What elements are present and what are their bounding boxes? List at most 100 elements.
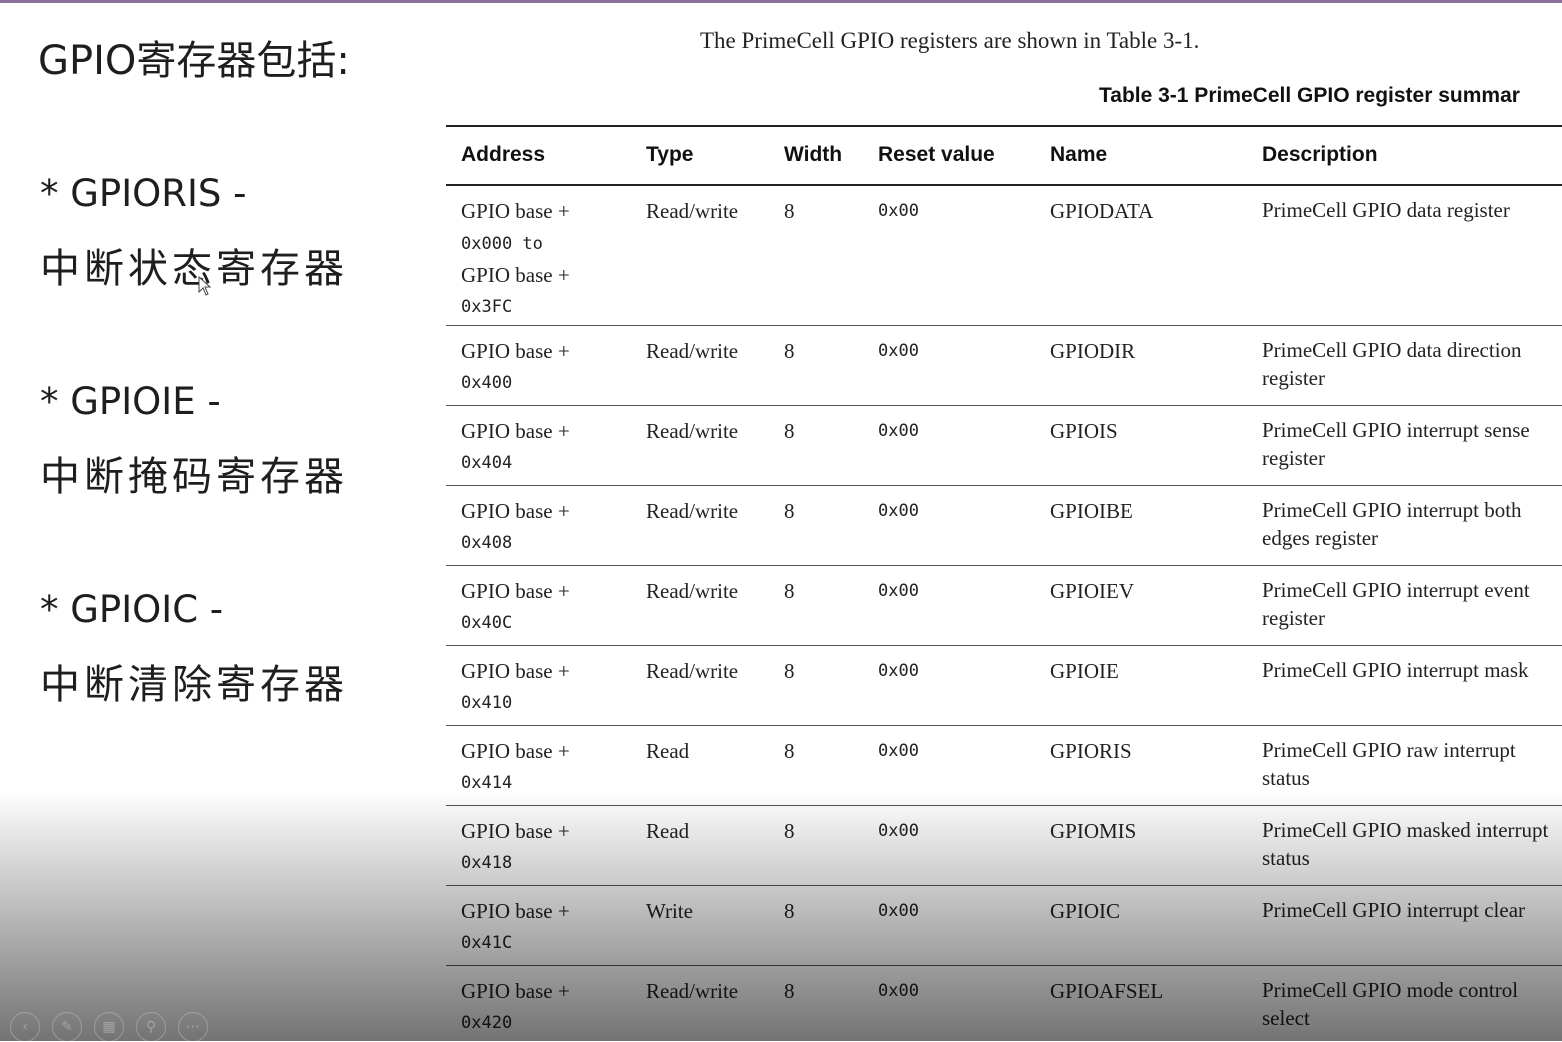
- address-line: GPIO base +: [461, 579, 570, 603]
- cell-type: Read/write: [646, 499, 739, 523]
- cell-width: 8: [784, 899, 795, 923]
- table-row: GPIO base + 0x418 Read 8 0x00 GPIOMIS Pr…: [446, 806, 1562, 886]
- cell-description: PrimeCell GPIO data direction register: [1262, 338, 1522, 390]
- prev-icon[interactable]: ‹: [10, 1012, 40, 1042]
- cell-width: 8: [784, 339, 795, 363]
- cell-name: GPIODATA: [1050, 199, 1154, 223]
- address-line: 0x408: [461, 533, 513, 553]
- presentation-controls: ‹ ✎ ▦ ⚲ ⋯: [10, 1012, 208, 1042]
- table-row: GPIO base + 0x414 Read 8 0x00 GPIORIS Pr…: [446, 726, 1562, 806]
- cell-description: PrimeCell GPIO interrupt sense register: [1262, 418, 1530, 470]
- cell-reset: 0x00: [878, 741, 919, 761]
- more-icon[interactable]: ⋯: [178, 1012, 208, 1042]
- cell-width: 8: [784, 819, 795, 843]
- cell-type: Read/write: [646, 659, 739, 683]
- cell-reset: 0x00: [878, 821, 919, 841]
- address-line: GPIO base +: [461, 819, 570, 843]
- cell-type: Read/write: [646, 579, 739, 603]
- cell-address: GPIO base + 0x418: [461, 816, 570, 880]
- table-row: GPIO base + 0x40C Read/write 8 0x00 GPIO…: [446, 566, 1562, 646]
- header-reset: Reset value: [878, 143, 995, 166]
- address-line: 0x420: [461, 1013, 513, 1033]
- cell-address: GPIO base + 0x41C: [461, 896, 570, 960]
- cell-reset: 0x00: [878, 201, 919, 221]
- cell-description: PrimeCell GPIO masked interrupt status: [1262, 818, 1549, 870]
- cell-width: 8: [784, 199, 795, 223]
- cell-width: 8: [784, 659, 795, 683]
- bullet-gpioris-sub: 中断状态寄存器: [40, 246, 348, 292]
- address-line: GPIO base +: [461, 659, 570, 683]
- slide-title: GPIO寄存器包括:: [38, 38, 350, 84]
- cell-address: GPIO base + 0x404: [461, 416, 570, 480]
- address-line: GPIO base +: [461, 263, 570, 287]
- cell-reset: 0x00: [878, 421, 919, 441]
- table-row: GPIO base + 0x404 Read/write 8 0x00 GPIO…: [446, 406, 1562, 486]
- address-line: GPIO base +: [461, 199, 570, 223]
- cell-reset: 0x00: [878, 901, 919, 921]
- cell-address: GPIO base + 0x408: [461, 496, 570, 560]
- cell-type: Read: [646, 819, 690, 843]
- cell-name: GPIOIC: [1050, 899, 1121, 923]
- cell-width: 8: [784, 419, 795, 443]
- cell-name: GPIOIE: [1050, 659, 1119, 683]
- cell-address: GPIO base + 0x420: [461, 976, 570, 1040]
- table-row: GPIO base + 0x400 Read/write 8 0x00 GPIO…: [446, 326, 1562, 406]
- cell-name: GPIOIS: [1050, 419, 1118, 443]
- register-table: Address Type Width Reset value Name Desc…: [446, 125, 1562, 1041]
- address-line: 0x3FC: [461, 297, 513, 317]
- address-line: GPIO base +: [461, 979, 570, 1003]
- cell-type: Read/write: [646, 199, 739, 223]
- cell-width: 8: [784, 739, 795, 763]
- cell-reset: 0x00: [878, 341, 919, 361]
- table-row: GPIO base + 0x420 Read/write 8 0x00 GPIO…: [446, 966, 1562, 1041]
- cell-address: GPIO base + 0x410: [461, 656, 570, 720]
- bullet-gpioie-sub: 中断掩码寄存器: [40, 454, 348, 500]
- cell-width: 8: [784, 979, 795, 1003]
- address-line: 0x404: [461, 453, 513, 473]
- cell-description: PrimeCell GPIO raw interrupt status: [1262, 738, 1516, 790]
- cell-name: GPIOAFSEL: [1050, 979, 1164, 1003]
- bullet-gpioris-head: * GPIORIS -: [40, 172, 247, 215]
- cell-reset: 0x00: [878, 981, 919, 1001]
- address-line: 0x000 to: [461, 234, 543, 254]
- header-address: Address: [461, 143, 546, 166]
- slides-icon[interactable]: ▦: [94, 1012, 124, 1042]
- cell-description: PrimeCell GPIO interrupt event register: [1262, 578, 1530, 630]
- slide-panel: GPIO寄存器包括: * GPIORIS - 中断状态寄存器 * GPIOIE …: [0, 0, 430, 1041]
- cell-description: PrimeCell GPIO interrupt both edges regi…: [1262, 498, 1522, 550]
- cell-address: GPIO base + 0x414: [461, 736, 570, 800]
- cell-description: PrimeCell GPIO interrupt mask: [1262, 658, 1529, 682]
- cell-description: PrimeCell GPIO mode control select: [1262, 978, 1519, 1030]
- address-line: 0x418: [461, 853, 513, 873]
- cell-type: Write: [646, 899, 693, 923]
- mouse-cursor-icon: [198, 276, 212, 296]
- address-line: GPIO base +: [461, 339, 570, 363]
- cell-name: GPIOMIS: [1050, 819, 1137, 843]
- header-name: Name: [1050, 143, 1108, 166]
- cell-reset: 0x00: [878, 581, 919, 601]
- address-line: GPIO base +: [461, 419, 570, 443]
- table-row: GPIO base + 0x41C Write 8 0x00 GPIOIC Pr…: [446, 886, 1562, 966]
- cell-address: GPIO base + 0x000 to GPIO base + 0x3FC: [461, 196, 570, 324]
- cell-description: PrimeCell GPIO data register: [1262, 198, 1510, 222]
- address-line: 0x40C: [461, 613, 513, 633]
- bullet-gpioie-head: * GPIOIE -: [40, 380, 221, 423]
- header-description: Description: [1262, 143, 1378, 166]
- zoom-icon[interactable]: ⚲: [136, 1012, 166, 1042]
- doc-intro: The PrimeCell GPIO registers are shown i…: [700, 28, 1200, 53]
- cell-address: GPIO base + 0x400: [461, 336, 570, 400]
- table-row: GPIO base + 0x000 to GPIO base + 0x3FC R…: [446, 186, 1562, 326]
- table-caption: Table 3-1 PrimeCell GPIO register summar: [1099, 84, 1520, 107]
- table-header: Address Type Width Reset value Name Desc…: [446, 127, 1562, 186]
- cell-type: Read: [646, 739, 690, 763]
- cell-description: PrimeCell GPIO interrupt clear: [1262, 898, 1526, 922]
- cell-type: Read/write: [646, 979, 739, 1003]
- address-line: GPIO base +: [461, 899, 570, 923]
- cell-reset: 0x00: [878, 661, 919, 681]
- cell-type: Read/write: [646, 419, 739, 443]
- address-line: GPIO base +: [461, 739, 570, 763]
- pen-icon[interactable]: ✎: [52, 1012, 82, 1042]
- bullet-gpioic-head: * GPIOIC -: [40, 588, 224, 631]
- table-row: GPIO base + 0x410 Read/write 8 0x00 GPIO…: [446, 646, 1562, 726]
- bullet-gpioic-sub: 中断清除寄存器: [40, 662, 348, 708]
